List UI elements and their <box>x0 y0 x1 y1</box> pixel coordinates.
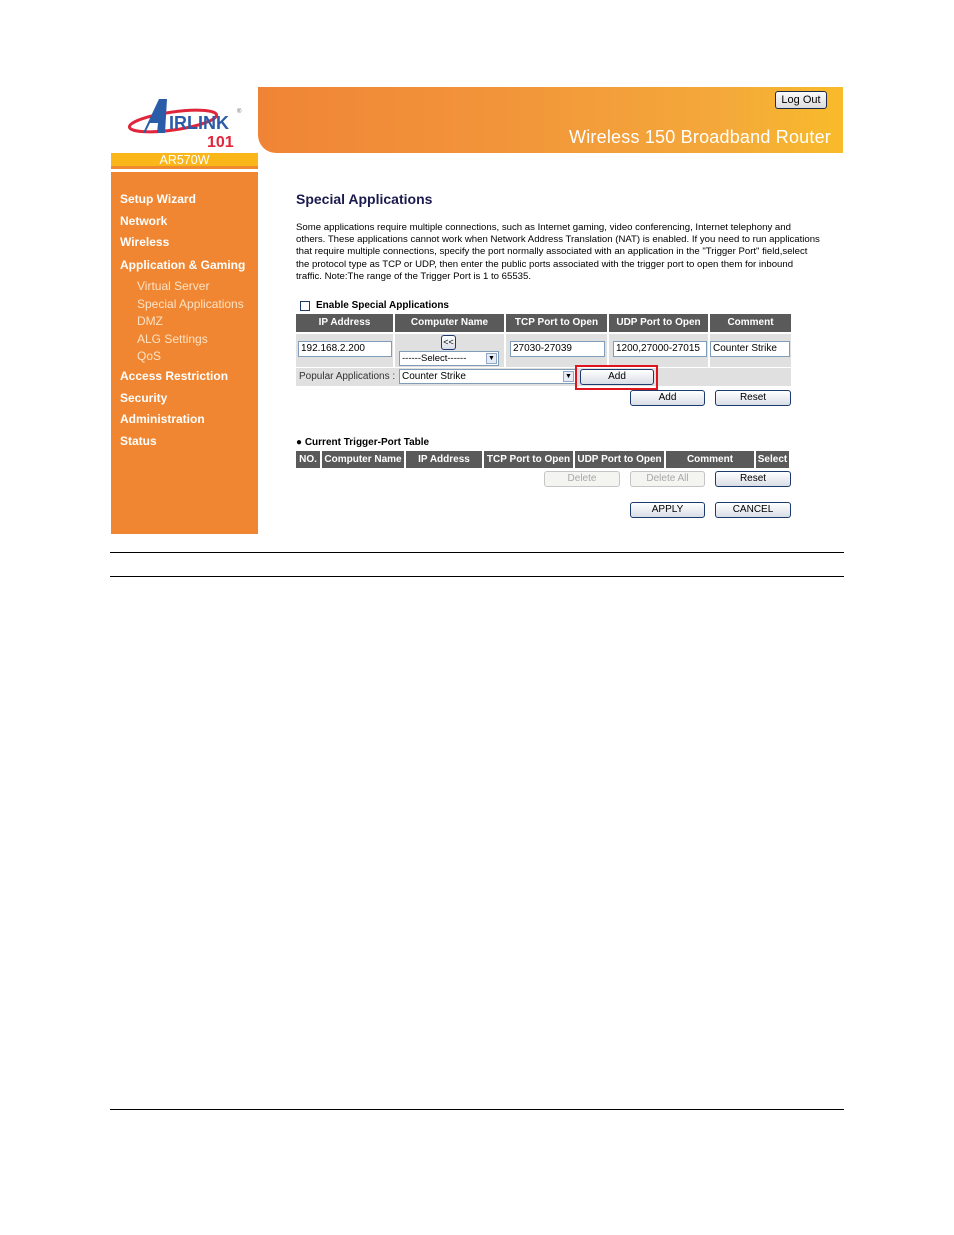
header-tcp-port: TCP Port to Open <box>506 314 607 332</box>
sidebar-item-security[interactable]: Security <box>120 391 167 405</box>
logo-area: IRLINK ® 101 <box>111 87 258 153</box>
svg-text:IRLINK: IRLINK <box>169 113 229 133</box>
chevron-down-icon: ▼ <box>486 353 497 364</box>
header-computer-name: Computer Name <box>395 314 504 332</box>
cancel-button[interactable]: CANCEL <box>715 502 791 518</box>
page-description: Some applications require multiple conne… <box>296 222 820 282</box>
enable-special-applications-checkbox[interactable] <box>300 300 310 311</box>
apply-button[interactable]: APPLY <box>630 502 705 518</box>
delete-button[interactable]: Delete <box>544 471 620 487</box>
add-button[interactable]: Add <box>630 390 705 406</box>
reset-button[interactable]: Reset <box>715 390 791 406</box>
cell-comment: Counter Strike <box>710 334 791 367</box>
trigger-table-title: ● Current Trigger-Port Table <box>296 437 429 448</box>
divider-line <box>110 576 844 577</box>
sidebar-item-dmz[interactable]: DMZ <box>137 314 163 328</box>
divider-line <box>110 552 844 553</box>
trigger-port-table: NO. Computer Name IP Address TCP Port to… <box>296 451 791 468</box>
sidebar-item-administration[interactable]: Administration <box>120 412 205 426</box>
trigger-header-udp-port: UDP Port to Open <box>575 451 664 468</box>
popular-applications-label: Popular Applications : <box>299 371 396 382</box>
sidebar-item-network[interactable]: Network <box>120 214 167 228</box>
trigger-header-comment: Comment <box>666 451 754 468</box>
ip-address-input[interactable]: 192.168.2.200 <box>298 341 392 357</box>
reset-table-button[interactable]: Reset <box>715 471 791 487</box>
sidebar-item-wireless[interactable]: Wireless <box>120 235 169 249</box>
sidebar-item-status[interactable]: Status <box>120 434 157 448</box>
header-udp-port: UDP Port to Open <box>609 314 708 332</box>
router-admin-screenshot: IRLINK ® 101 AR570W Log Out Wireless 150… <box>111 87 843 534</box>
sidebar-item-qos[interactable]: QoS <box>137 349 161 363</box>
cell-udp-port: 1200,27000-27015 <box>609 334 708 367</box>
page-title: Special Applications <box>296 191 433 207</box>
model-label: AR570W <box>111 153 258 169</box>
bullet-icon: ● <box>296 437 305 448</box>
trigger-header-no: NO. <box>296 451 320 468</box>
trigger-table-title-text: Current Trigger-Port Table <box>304 437 430 448</box>
cell-tcp-port: 27030-27039 <box>506 334 607 367</box>
popular-applications-value: Counter Strike <box>402 371 466 382</box>
popular-applications-row: Popular Applications : Counter Strike ▼ … <box>296 368 791 386</box>
trigger-header-ip-address: IP Address <box>406 451 482 468</box>
copy-computer-name-button[interactable]: << <box>441 335 456 350</box>
computer-name-select[interactable]: ------Select------ ▼ <box>399 351 499 366</box>
trigger-header-computer-name: Computer Name <box>322 451 404 468</box>
header-ip-address: IP Address <box>296 314 393 332</box>
highlight-box <box>575 365 658 390</box>
svg-text:®: ® <box>237 108 242 115</box>
delete-all-button[interactable]: Delete All <box>630 471 705 487</box>
sidebar-item-access-restriction[interactable]: Access Restriction <box>120 369 228 383</box>
udp-port-input[interactable]: 1200,27000-27015 <box>613 341 707 357</box>
sidebar-item-special-applications[interactable]: Special Applications <box>137 297 244 311</box>
enable-special-applications-label: Enable Special Applications <box>316 300 449 311</box>
sidebar-item-virtual-server[interactable]: Virtual Server <box>137 279 209 293</box>
sidebar-item-setup-wizard[interactable]: Setup Wizard <box>120 192 196 206</box>
header-comment: Comment <box>710 314 791 332</box>
trigger-header-tcp-port: TCP Port to Open <box>484 451 573 468</box>
chevron-down-icon: ▼ <box>563 371 574 382</box>
sidebar: Setup Wizard Network Wireless Applicatio… <box>111 172 258 534</box>
cell-ip-address: 192.168.2.200 <box>296 334 393 367</box>
tcp-port-input[interactable]: 27030-27039 <box>510 341 605 357</box>
popular-applications-select[interactable]: Counter Strike ▼ <box>399 369 576 384</box>
svg-text:101: 101 <box>207 134 234 151</box>
sidebar-item-application-gaming[interactable]: Application & Gaming <box>120 258 245 272</box>
footer-divider-line <box>110 1109 844 1110</box>
computer-name-select-value: ------Select------ <box>402 353 467 364</box>
form-table: IP Address Computer Name TCP Port to Ope… <box>296 314 791 368</box>
comment-input[interactable]: Counter Strike <box>710 341 790 357</box>
cell-computer-name: << ------Select------ ▼ <box>395 334 504 367</box>
trigger-header-select: Select <box>756 451 789 468</box>
enable-special-applications-row: Enable Special Applications <box>296 300 449 311</box>
airlink-logo-icon: IRLINK ® 101 <box>127 99 242 151</box>
sidebar-item-alg-settings[interactable]: ALG Settings <box>137 332 208 346</box>
main-content: Special Applications Some applications r… <box>296 87 836 534</box>
